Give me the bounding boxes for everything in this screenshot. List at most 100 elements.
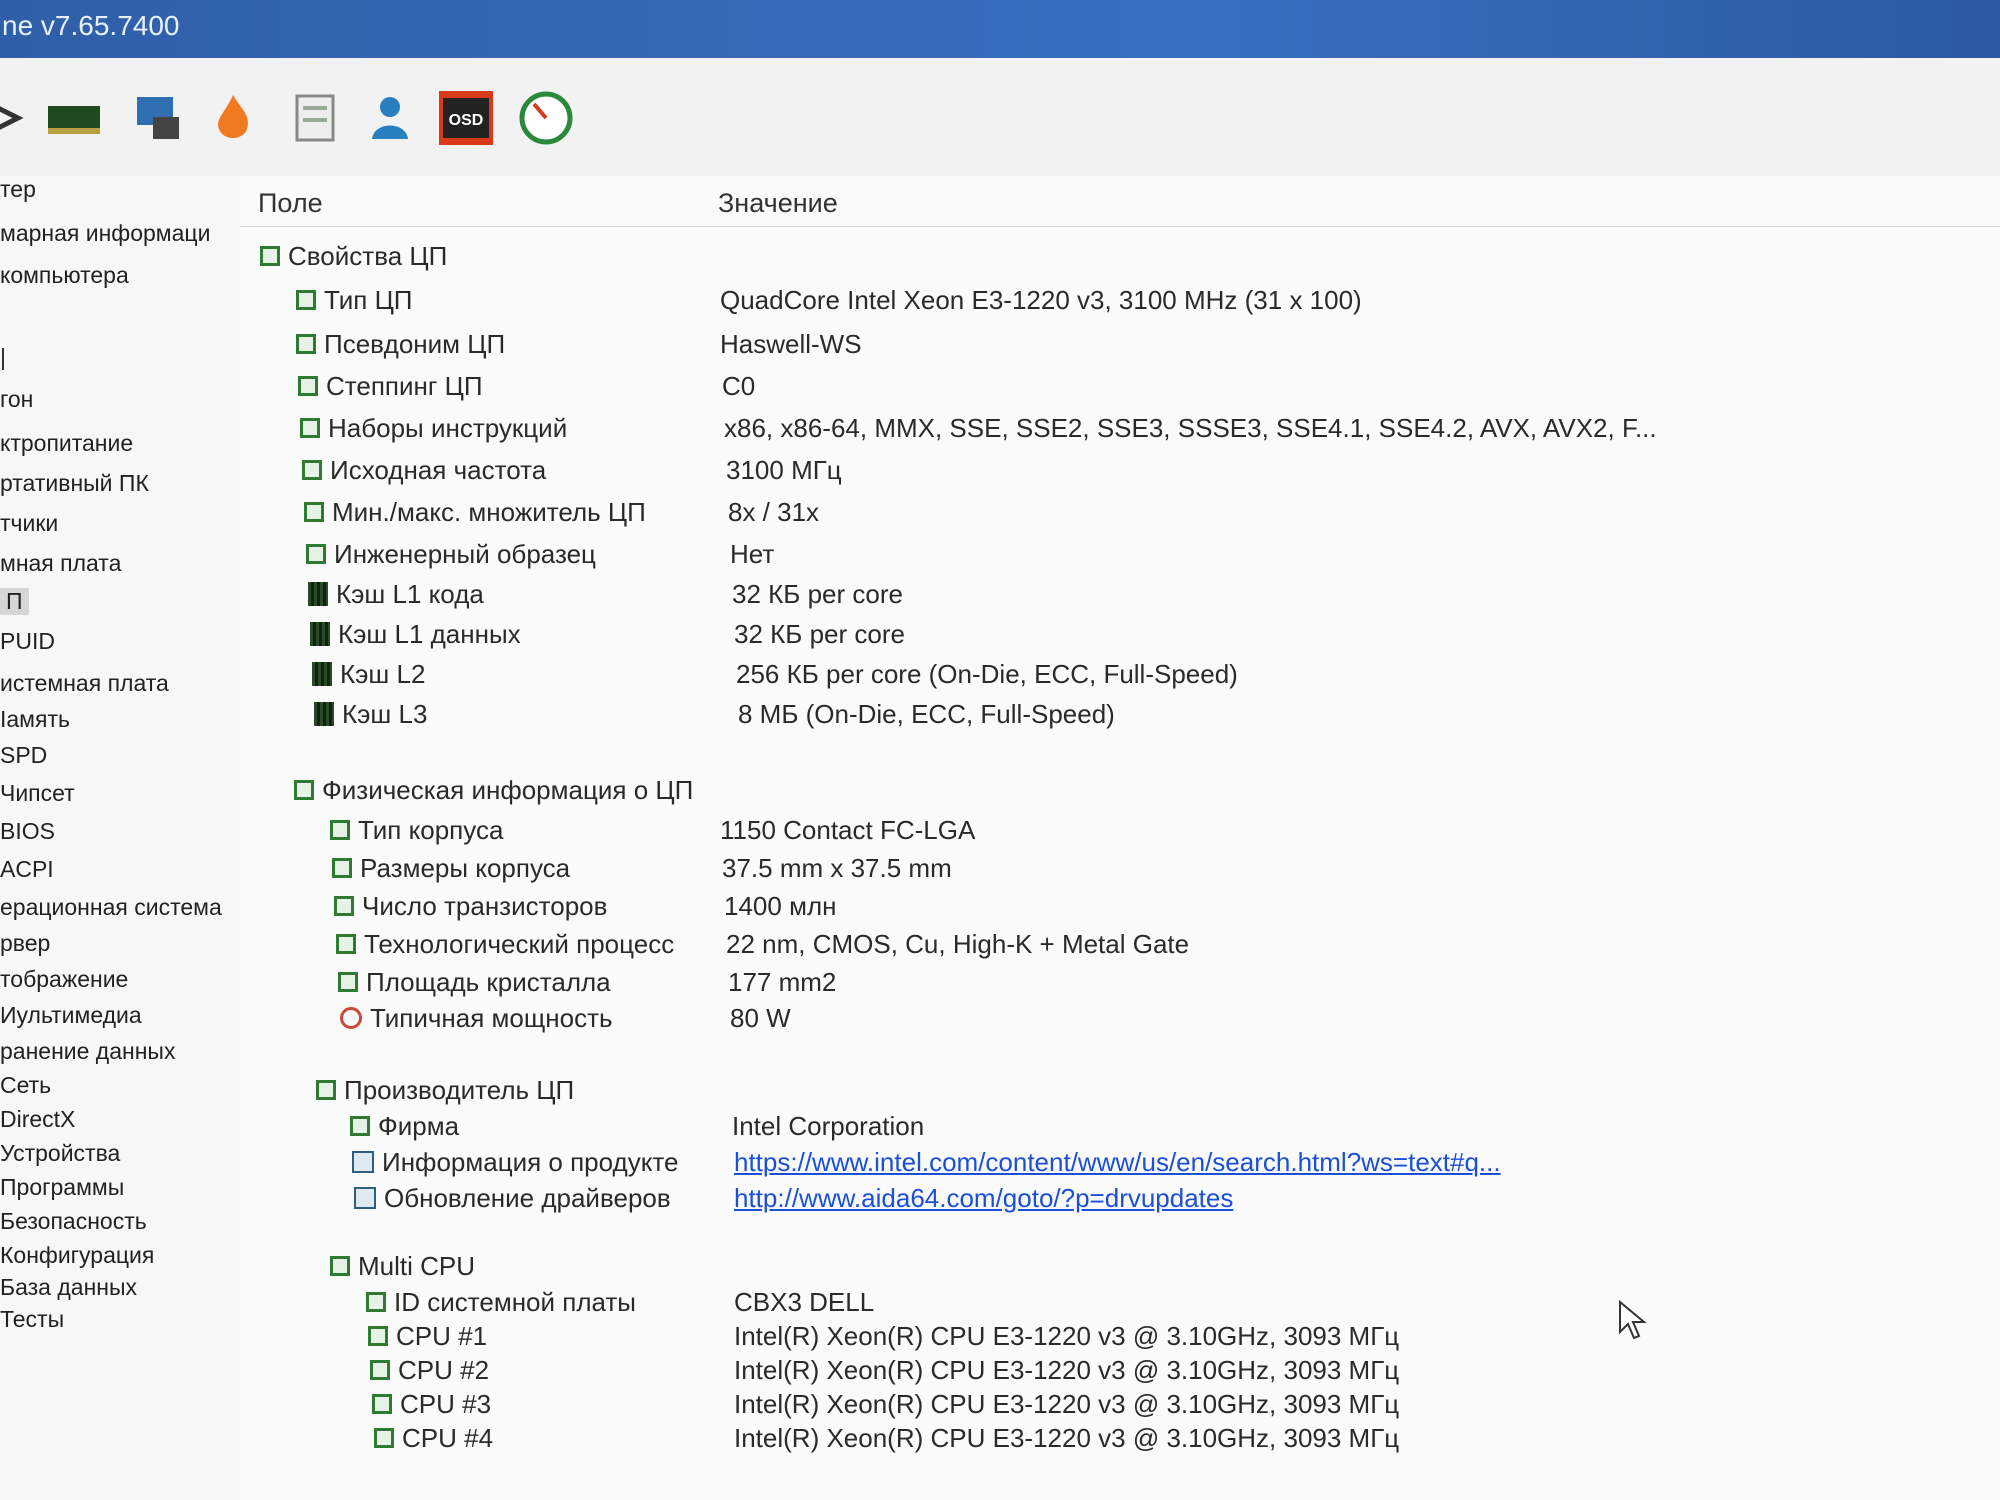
sidebar-item[interactable]: SPD [0,742,47,769]
sidebar-item[interactable]: гон [0,386,33,413]
window-title-bar: ne v7.65.7400 [0,0,2000,58]
sidebar-item[interactable]: истемная плата [0,670,169,697]
sidebar-item[interactable]: PUID [0,628,55,655]
field-label: Площадь кристалла [366,966,611,997]
osd-icon[interactable]: OSD [436,88,496,148]
sidebar-item[interactable]: ерационная система [0,894,222,921]
table-row[interactable]: Типичная мощность 80 W [340,1002,791,1034]
sidebar-tree: тер марная информаци компьютера | гон кт… [0,176,242,1500]
sidebar-item[interactable]: тчики [0,510,58,537]
details-table: Поле Значение Свойства ЦП Тип ЦП QuadCor… [240,176,2000,1500]
table-row[interactable]: Инженерный образец Нет [306,538,774,570]
table-row[interactable]: Мин./макс. множитель ЦП 8x / 31x [304,496,819,528]
sidebar-item[interactable]: Безопасность [0,1208,147,1235]
table-row[interactable]: ID системной платы CBX3 DELL [366,1286,874,1318]
driver-update-link[interactable]: http://www.aida64.com/goto/?p=drvupdates [734,1183,1233,1214]
table-row[interactable]: Тип ЦП QuadCore Intel Xeon E3-1220 v3, 3… [296,284,1362,316]
sidebar-item[interactable]: Чипсет [0,780,75,807]
column-header-field[interactable]: Поле [258,188,323,219]
flame-icon[interactable] [203,88,263,148]
field-value: 32 КБ per core [732,578,903,609]
column-header-value[interactable]: Значение [718,188,838,219]
field-label: Кэш L3 [342,698,428,729]
sidebar-item[interactable]: рвер [0,930,50,957]
sidebar-item[interactable]: База данных [0,1274,137,1301]
group-icon [260,246,280,266]
field-icon [332,858,352,878]
field-label: Тип корпуса [358,814,504,845]
sidebar-item[interactable]: ACPI [0,856,54,883]
sidebar-item[interactable]: Программы [0,1174,124,1201]
sidebar-item[interactable]: тер [0,176,36,203]
field-value: Intel(R) Xeon(R) CPU E3-1220 v3 @ 3.10GH… [734,1320,1400,1351]
table-row[interactable]: Фирма Intel Corporation [350,1110,924,1142]
table-row[interactable]: CPU #4 Intel(R) Xeon(R) CPU E3-1220 v3 @… [374,1422,1399,1454]
sidebar-item[interactable]: Тесты [0,1306,64,1333]
sidebar-item[interactable]: ктропитание [0,430,133,457]
table-row[interactable]: Информация о продукте https://www.intel.… [352,1146,1501,1178]
table-row[interactable]: Тип корпуса 1150 Contact FC-LGA [330,814,975,846]
table-row[interactable]: Число транзисторов 1400 млн [334,890,836,922]
field-label: Кэш L1 данных [338,618,521,649]
sidebar-item[interactable]: DirectX [0,1106,75,1133]
sidebar-item[interactable]: компьютера [0,262,129,289]
computer-icon[interactable] [128,88,188,148]
table-row[interactable]: Кэш L3 8 МБ (On-Die, ECC, Full-Speed) [314,698,1115,730]
sidebar-item[interactable]: марная информаци [0,220,210,247]
group-header[interactable]: Производитель ЦП [316,1074,574,1106]
table-row[interactable]: Обновление драйверов http://www.aida64.c… [354,1182,1233,1214]
sidebar-item[interactable]: Сеть [0,1072,51,1099]
group-header[interactable]: Свойства ЦП [260,240,447,272]
field-value: Intel(R) Xeon(R) CPU E3-1220 v3 @ 3.10GH… [734,1354,1400,1385]
table-row[interactable]: Степпинг ЦП C0 [298,370,755,402]
group-header[interactable]: Multi CPU [330,1250,475,1282]
field-label: Исходная частота [330,454,547,485]
group-header[interactable]: Физическая информация о ЦП [294,774,693,806]
field-label: Обновление драйверов [384,1182,671,1213]
sidebar-item[interactable]: Конфигурация [0,1242,154,1269]
field-icon [306,544,326,564]
table-row[interactable]: Кэш L1 данных 32 КБ per core [310,618,905,650]
group-icon [330,1256,350,1276]
table-row[interactable]: Технологический процесс 22 nm, CMOS, Cu,… [336,928,1189,960]
table-row[interactable]: Площадь кристалла 177 mm2 [338,966,836,998]
field-value: QuadCore Intel Xeon E3-1220 v3, 3100 MHz… [720,284,1362,315]
field-value: x86, x86-64, MMX, SSE, SSE2, SSE3, SSSE3… [724,412,1657,443]
field-label: Инженерный образец [334,538,596,569]
sidebar-item-selected[interactable]: П [0,588,29,615]
table-row[interactable]: CPU #2 Intel(R) Xeon(R) CPU E3-1220 v3 @… [370,1354,1399,1386]
table-row[interactable]: Кэш L2 256 КБ per core (On-Die, ECC, Ful… [312,658,1238,690]
table-row[interactable]: CPU #3 Intel(R) Xeon(R) CPU E3-1220 v3 @… [372,1388,1399,1420]
sidebar-item[interactable]: Іамять [0,706,70,733]
field-value: 22 nm, CMOS, Cu, High-K + Metal Gate [726,928,1190,959]
table-row[interactable]: Исходная частота 3100 МГц [302,454,842,486]
field-icon [350,1116,370,1136]
sidebar-item[interactable]: ранение данных [0,1038,175,1065]
field-icon [368,1326,388,1346]
field-label: Производитель ЦП [344,1074,575,1105]
sidebar-item[interactable]: мная плата [0,550,121,577]
field-label: Свойства ЦП [288,240,448,271]
table-row[interactable]: Размеры корпуса 37.5 mm x 37.5 mm [332,852,952,884]
table-row[interactable]: Псевдоним ЦП Haswell-WS [296,328,862,360]
user-icon[interactable] [360,88,420,148]
arrow-icon[interactable] [0,88,40,148]
sidebar-item[interactable]: Иультимедиа [0,1002,142,1029]
field-icon [298,376,318,396]
field-label: Число транзисторов [362,890,608,921]
table-row[interactable]: Наборы инструкций x86, x86-64, MMX, SSE,… [300,412,1657,444]
field-value: 177 mm2 [728,966,837,997]
sidebar-item[interactable]: тображение [0,966,128,993]
table-row[interactable]: Кэш L1 кода 32 КБ per core [308,578,903,610]
field-icon [296,290,316,310]
sidebar-item[interactable]: BIOS [0,818,55,845]
table-row[interactable]: CPU #1 Intel(R) Xeon(R) CPU E3-1220 v3 @… [368,1320,1399,1352]
gauge-icon[interactable] [516,88,576,148]
product-info-link[interactable]: https://www.intel.com/content/www/us/en/… [734,1147,1501,1178]
sidebar-item[interactable]: ртативный ПК [0,470,149,497]
report-icon[interactable] [285,88,345,148]
memory-icon[interactable] [44,88,104,148]
field-label: Информация о продукте [382,1146,679,1177]
sidebar-item[interactable]: | [0,344,6,371]
sidebar-item[interactable]: Устройства [0,1140,120,1167]
